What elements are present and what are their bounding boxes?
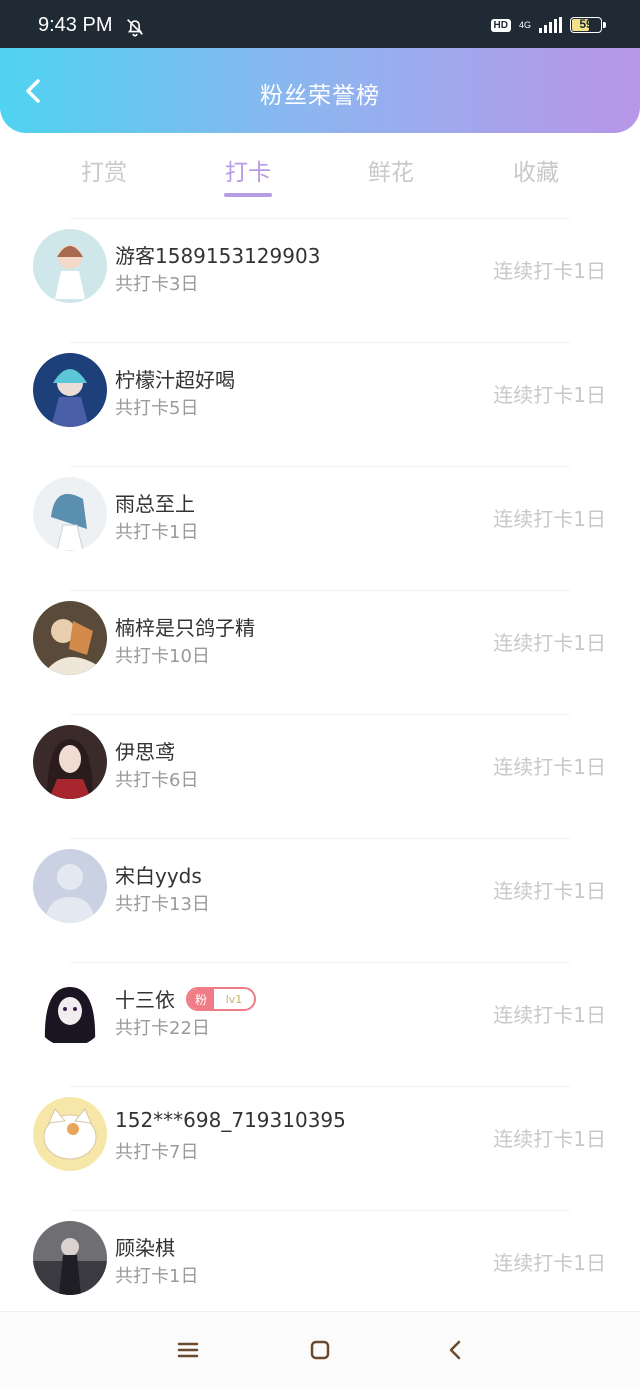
status-bar: 9:43 PM HD 4G 59 [0,0,640,48]
streak-text: 连续打卡1日 [493,1127,606,1151]
tab-reward[interactable]: 打赏 [54,153,154,187]
avatar-placeholder[interactable] [33,849,107,923]
streak-text: 连续打卡1日 [493,879,606,903]
fan-name: 楠梓是只鸽子精 [115,616,255,640]
fan-name: 柠檬汁超好喝 [115,368,235,392]
streak-text: 连续打卡1日 [493,259,606,283]
avatar[interactable] [33,1097,107,1171]
row-divider [70,466,570,467]
network-type: 4G [518,19,531,30]
status-time: 9:43 PM [38,14,113,36]
streak-text: 连续打卡1日 [493,507,606,531]
system-nav-bar [0,1311,640,1388]
fan-name: 顾染棋 [115,1236,175,1260]
row-divider [70,838,570,839]
streak-text: 连续打卡1日 [493,1003,606,1027]
tab-flowers[interactable]: 鲜花 [341,153,441,187]
total-checkins: 共打卡22日 [115,1018,210,1039]
list-item[interactable]: 雨总至上 共打卡1日 连续打卡1日 [0,466,640,590]
list-item[interactable]: 宋白yyds 共打卡13日 连续打卡1日 [0,838,640,962]
battery-level: 59 [579,17,593,31]
row-divider [70,962,570,963]
fan-name: 十三依 [115,988,175,1012]
avatar[interactable] [33,973,107,1047]
home-square-icon[interactable] [306,1336,334,1364]
battery-icon: 59 [570,17,606,33]
total-checkins: 共打卡1日 [115,522,199,543]
hd-badge: HD [490,18,511,32]
header-bar: 粉丝荣誉榜 [0,48,640,133]
streak-text: 连续打卡1日 [493,631,606,655]
total-checkins: 共打卡13日 [115,894,210,915]
list-item[interactable]: 柠檬汁超好喝 共打卡5日 连续打卡1日 [0,342,640,466]
avatar[interactable] [33,1221,107,1295]
total-checkins: 共打卡7日 [115,1142,199,1163]
total-checkins: 共打卡1日 [115,1266,199,1287]
row-divider [70,342,570,343]
tab-checkin[interactable]: 打卡 [198,153,298,187]
fan-badge-label: 粉 [188,989,214,1009]
streak-text: 连续打卡1日 [493,1251,606,1275]
signal-icon [539,17,562,33]
avatar[interactable] [33,353,107,427]
total-checkins: 共打卡6日 [115,770,199,791]
active-tab-indicator [224,193,272,197]
avatar[interactable] [33,477,107,551]
back-triangle-icon[interactable] [442,1336,470,1364]
menu-icon[interactable] [174,1336,202,1364]
fan-badge-level: lv1 [225,992,243,1006]
page-title: 粉丝荣誉榜 [260,83,380,109]
streak-text: 连续打卡1日 [493,383,606,407]
fan-name: 游客1589153129903 [115,244,321,268]
fan-name: 152***698_719310395 [115,1108,346,1132]
row-divider [70,218,570,219]
fan-name: 伊思鸢 [115,740,175,764]
fan-name: 雨总至上 [115,492,195,516]
avatar[interactable] [33,229,107,303]
fan-name: 宋白yyds [115,864,202,888]
list-item[interactable]: 152***698_719310395 共打卡7日 连续打卡1日 [0,1086,640,1210]
tab-favorites[interactable]: 收藏 [486,153,586,187]
status-indicators: HD 4G 59 [490,14,606,36]
avatar[interactable] [33,601,107,675]
list-item[interactable]: 伊思鸢 共打卡6日 连续打卡1日 [0,714,640,838]
row-divider [70,590,570,591]
total-checkins: 共打卡5日 [115,398,199,419]
row-divider [70,1086,570,1087]
total-checkins: 共打卡3日 [115,274,199,295]
total-checkins: 共打卡10日 [115,646,210,667]
row-divider [70,714,570,715]
streak-text: 连续打卡1日 [493,755,606,779]
list-item[interactable]: 游客1589153129903 共打卡3日 连续打卡1日 [0,218,640,342]
tab-bar: 打赏 打卡 鲜花 收藏 [0,133,640,213]
list-item[interactable]: 十三依 粉 lv1 共打卡22日 连续打卡1日 [0,962,640,1086]
avatar[interactable] [33,725,107,799]
fan-level-badge: 粉 lv1 [186,987,256,1011]
bell-off-icon [127,19,143,37]
list-item[interactable]: 楠梓是只鸽子精 共打卡10日 连续打卡1日 [0,590,640,714]
row-divider [70,1210,570,1211]
